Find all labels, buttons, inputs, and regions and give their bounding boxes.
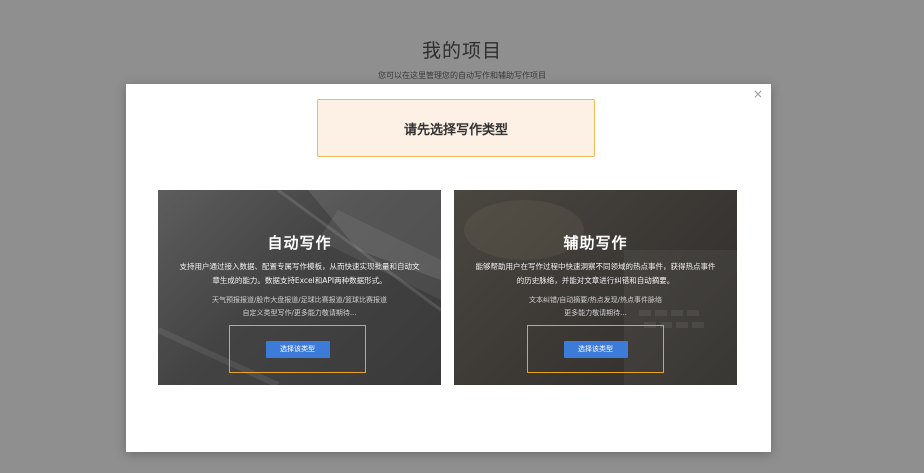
select-type-button[interactable]: 选择该类型 (563, 340, 628, 358)
card-features-line: 自定义类型写作/更多能力敬请期待... (242, 309, 357, 317)
notice-banner: 请先选择写作类型 (317, 99, 595, 157)
card-assisted-writing: 辅助写作 能够帮助用户在写作过程中快速洞察不同领域的热点事件，获得热点事件的历史… (454, 190, 737, 385)
card-description: 支持用户通过接入数据、配置专属写作模板，从而快速实现批量和自动文章生成的能力。数… (179, 262, 420, 285)
card-features-line: 文本纠错/自动摘要/热点发现/热点事件脉络 (528, 296, 663, 304)
card-features-line: 天气预报报道/股市大盘报道/足球比赛报道/篮球比赛报道 (211, 296, 388, 304)
select-button-highlight: 选择该类型 (229, 325, 366, 373)
card-features-line: 更多能力敬请期待... (564, 309, 627, 317)
select-button-highlight: 选择该类型 (527, 325, 664, 373)
page-title: 我的项目 (421, 40, 502, 62)
notice-text: 请先选择写作类型 (403, 122, 508, 138)
page-subtitle: 您可以在这里管理您的自动写作和辅助写作项目 (378, 71, 546, 80)
card-features: 天气预报报道/股市大盘报道/足球比赛报道/篮球比赛报道 自定义类型写作/更多能力… (180, 294, 419, 320)
card-auto-writing: 自动写作 支持用户通过接入数据、配置专属写作模板，从而快速实现批量和自动文章生成… (158, 190, 441, 385)
select-type-button[interactable]: 选择该类型 (265, 340, 330, 358)
writing-type-modal: × 请先选择写作类型 自动写作 支持用户通过接入数据、配置专属写作模板，从而快速… (126, 84, 771, 452)
close-icon[interactable]: × (753, 88, 763, 100)
card-features: 文本纠错/自动摘要/热点发现/热点事件脉络 更多能力敬请期待... (476, 294, 715, 320)
card-description: 能够帮助用户在写作过程中快速洞察不同领域的热点事件，获得热点事件的历史脉络，并能… (475, 262, 716, 285)
card-title: 辅助写作 (563, 234, 628, 252)
card-title: 自动写作 (267, 234, 332, 252)
